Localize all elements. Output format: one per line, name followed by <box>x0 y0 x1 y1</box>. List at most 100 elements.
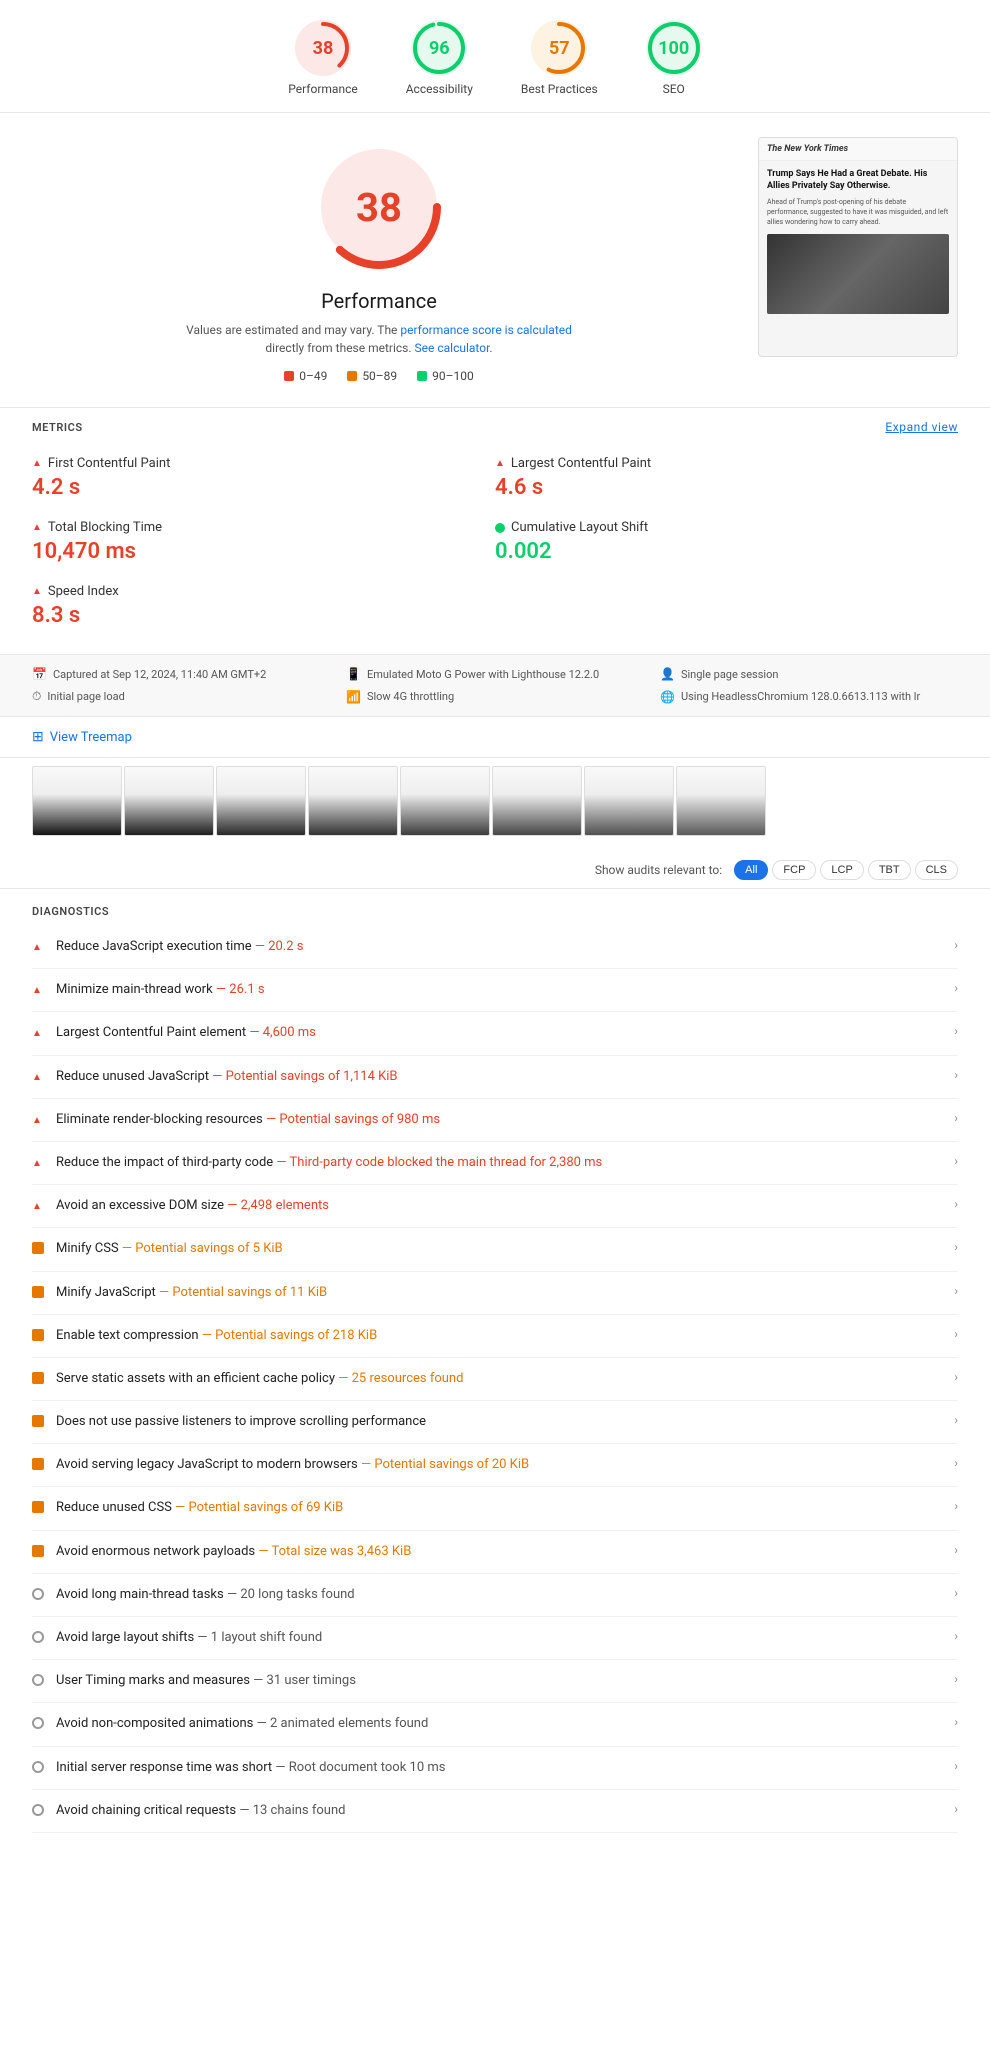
metric-value: 4.6 s <box>495 475 958 500</box>
treemap-link[interactable]: ⊞ View Treemap <box>32 729 958 745</box>
audit-chevron: › <box>938 938 958 952</box>
audit-item-server-response[interactable]: Initial server response time was short —… <box>32 1747 958 1790</box>
filter-btn-lcp[interactable]: LCP <box>820 860 863 880</box>
metric-item-si: ▲ Speed Index 8.3 s <box>32 574 495 638</box>
audit-icon-tri: ▲ <box>32 1072 42 1083</box>
audit-item-unused-css[interactable]: Reduce unused CSS — Potential savings of… <box>32 1487 958 1530</box>
audit-item-passive-listeners[interactable]: Does not use passive listeners to improv… <box>32 1401 958 1444</box>
audit-icon-col: ▲ <box>32 938 56 954</box>
score-legend: 0–4950–8990–100 <box>32 369 726 383</box>
audit-icon-sq <box>32 1501 44 1513</box>
audit-chevron: › <box>938 1629 958 1643</box>
metrics-section: METRICS Expand view ▲ First Contentful P… <box>0 408 990 654</box>
audit-detail: — Root document took 10 ms <box>272 1760 445 1775</box>
metric-item-fcp: ▲ First Contentful Paint 4.2 s <box>32 446 495 510</box>
audit-item-legacy-js[interactable]: Avoid serving legacy JavaScript to moder… <box>32 1444 958 1487</box>
env-item: 📶 Slow 4G throttling <box>346 689 644 704</box>
tri-icon: ▲ <box>32 586 42 597</box>
metric-value: 10,470 ms <box>32 539 495 564</box>
audit-item-minify-js[interactable]: Minify JavaScript — Potential savings of… <box>32 1272 958 1315</box>
metrics-grid: ▲ First Contentful Paint 4.2 s ▲ Largest… <box>32 446 958 638</box>
filter-btn-fcp[interactable]: FCP <box>772 860 816 880</box>
audit-icon-col: ▲ <box>32 1154 56 1170</box>
audit-item-non-composited[interactable]: Avoid non-composited animations — 2 anim… <box>32 1703 958 1746</box>
filter-btn-tbt[interactable]: TBT <box>868 860 911 880</box>
audit-content: Largest Contentful Paint element — 4,600… <box>56 1024 938 1042</box>
audit-item-network-payloads[interactable]: Avoid enormous network payloads — Total … <box>32 1531 958 1574</box>
env-icon: 👤 <box>660 667 675 681</box>
audit-icon-sq <box>32 1545 44 1557</box>
treemap-icon: ⊞ <box>32 729 44 745</box>
filter-bar: Show audits relevant to: AllFCPLCPTBTCLS <box>0 852 990 889</box>
filter-btn-cls[interactable]: CLS <box>915 860 958 880</box>
big-gauge: 38 <box>309 137 449 277</box>
score-item-accessibility[interactable]: 96 Accessibility <box>406 20 473 96</box>
tri-icon: ▲ <box>32 522 42 533</box>
audit-item-layout-shifts[interactable]: Avoid large layout shifts — 1 layout shi… <box>32 1617 958 1660</box>
audit-icon-sq <box>32 1286 44 1298</box>
audit-item-cache-policy[interactable]: Serve static assets with an efficient ca… <box>32 1358 958 1401</box>
env-text: Using HeadlessChromium 128.0.6613.113 wi… <box>681 690 920 703</box>
score-label-performance: Performance <box>288 82 357 96</box>
env-icon: 📶 <box>346 690 361 704</box>
filmstrip <box>0 758 990 852</box>
audit-icon-col <box>32 1715 56 1733</box>
env-text: Emulated Moto G Power with Lighthouse 12… <box>367 668 599 681</box>
audit-item-dom-size[interactable]: ▲ Avoid an excessive DOM size — 2,498 el… <box>32 1185 958 1228</box>
audit-item-render-blocking[interactable]: ▲ Eliminate render-blocking resources — … <box>32 1099 958 1142</box>
audit-icon-circle <box>32 1761 44 1773</box>
audit-item-minify-css[interactable]: Minify CSS — Potential savings of 5 KiB … <box>32 1228 958 1271</box>
audit-item-critical-requests[interactable]: Avoid chaining critical requests — 13 ch… <box>32 1790 958 1833</box>
score-item-seo[interactable]: 100 SEO <box>646 20 702 96</box>
perf-description: Values are estimated and may vary. The p… <box>32 321 726 357</box>
expand-view-link[interactable]: Expand view <box>885 420 958 434</box>
audit-content: Reduce unused JavaScript — Potential sav… <box>56 1068 938 1086</box>
score-item-best-practices[interactable]: 57 Best Practices <box>521 20 598 96</box>
audit-detail: — 2 animated elements found <box>253 1716 428 1731</box>
audit-title: Avoid an excessive DOM size <box>56 1198 224 1213</box>
treemap-label: View Treemap <box>50 730 132 745</box>
calc-link[interactable]: See calculator. <box>415 341 493 355</box>
top-scores-bar: 38 Performance 96 Accessibility 57 Best … <box>0 0 990 113</box>
audit-icon-sq <box>32 1329 44 1341</box>
perf-title: Performance <box>32 289 726 313</box>
audit-item-text-compression[interactable]: Enable text compression — Potential savi… <box>32 1315 958 1358</box>
audit-content: Avoid chaining critical requests — 13 ch… <box>56 1802 938 1820</box>
audit-item-unused-js[interactable]: ▲ Reduce unused JavaScript — Potential s… <box>32 1056 958 1099</box>
audit-item-main-thread[interactable]: ▲ Minimize main-thread work — 26.1 s › <box>32 969 958 1012</box>
audit-title: Reduce JavaScript execution time <box>56 939 252 954</box>
audit-detail: — 25 resources found <box>335 1371 463 1386</box>
filmstrip-item <box>676 766 766 836</box>
audit-icon-col: ▲ <box>32 1068 56 1084</box>
filter-btn-all[interactable]: All <box>734 860 768 880</box>
audit-detail: — 31 user timings <box>250 1673 356 1688</box>
audit-chevron: › <box>938 1499 958 1513</box>
audit-content: Enable text compression — Potential savi… <box>56 1327 938 1345</box>
env-text: Slow 4G throttling <box>367 690 454 703</box>
audit-item-js-exec[interactable]: ▲ Reduce JavaScript execution time — 20.… <box>32 926 958 969</box>
perf-score-link[interactable]: performance score is calculated <box>400 323 571 337</box>
audit-icon-circle <box>32 1717 44 1729</box>
audit-chevron: › <box>938 1024 958 1038</box>
audit-item-long-tasks[interactable]: Avoid long main-thread tasks — 20 long t… <box>32 1574 958 1617</box>
metric-value: 4.2 s <box>32 475 495 500</box>
score-value-best-practices: 57 <box>549 38 570 59</box>
score-item-performance[interactable]: 38 Performance <box>288 20 357 96</box>
audit-item-lcp-element[interactable]: ▲ Largest Contentful Paint element — 4,6… <box>32 1012 958 1055</box>
audit-content: User Timing marks and measures — 31 user… <box>56 1672 938 1690</box>
audit-detail: — 1 layout shift found <box>194 1630 322 1645</box>
audit-item-third-party[interactable]: ▲ Reduce the impact of third-party code … <box>32 1142 958 1185</box>
audit-icon-col <box>32 1586 56 1604</box>
audit-icon-tri: ▲ <box>32 1115 42 1126</box>
audit-chevron: › <box>938 1284 958 1298</box>
audit-detail: — Potential savings of 218 KiB <box>199 1328 378 1343</box>
audit-title: Reduce unused CSS <box>56 1500 172 1515</box>
audit-icon-col: ▲ <box>32 1024 56 1040</box>
metric-value: 0.002 <box>495 539 958 564</box>
score-label-seo: SEO <box>663 82 685 96</box>
metric-label: Cumulative Layout Shift <box>511 520 648 535</box>
audit-content: Minimize main-thread work — 26.1 s <box>56 981 938 999</box>
audit-item-user-timing[interactable]: User Timing marks and measures — 31 user… <box>32 1660 958 1703</box>
audit-icon-tri: ▲ <box>32 985 42 996</box>
audit-icon-col <box>32 1413 56 1431</box>
